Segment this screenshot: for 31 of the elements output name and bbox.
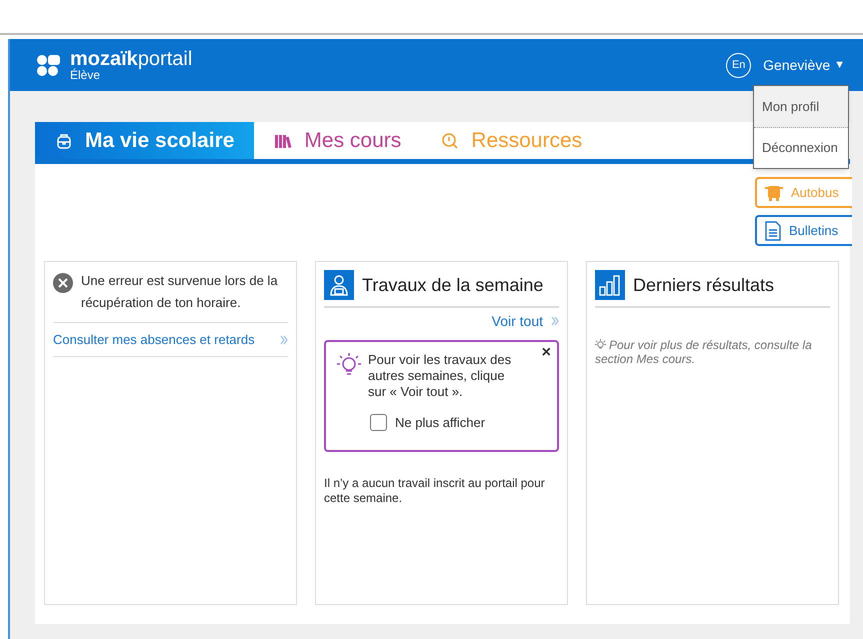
quick-link-button[interactable]: Bulletins — [755, 215, 852, 246]
close-button[interactable]: × — [542, 342, 551, 364]
nav-tab[interactable]: Mes cours — [254, 122, 422, 159]
tip-text: Pour voir plus de résultats, consulte la section Mes cours. — [595, 338, 813, 366]
tip-text: Pour voir les travaux des autres semaines, clique sur « Voir tout ». — [368, 352, 512, 400]
user-menu-button[interactable]: Geneviève ▼ — [763, 54, 845, 76]
chevron-icon — [551, 316, 559, 326]
absences-link[interactable]: Consulter mes absences et retards — [53, 330, 255, 350]
logo-icon — [36, 53, 62, 77]
chevron-icon — [280, 334, 288, 344]
checkbox[interactable] — [370, 414, 387, 432]
menu-item[interactable]: Déconnexion — [754, 128, 848, 168]
role-label: Élève — [70, 69, 102, 81]
lightbulb-icon — [595, 339, 606, 350]
empty-message: Il n’y a aucun travail inscrit au portail pour cette semaine. — [324, 476, 546, 506]
document-icon — [765, 220, 781, 240]
bar-chart-icon — [595, 270, 625, 300]
lightbulb-icon — [336, 352, 362, 378]
language-button[interactable]: En — [726, 52, 752, 78]
checkbox-label: Ne plus afficher — [395, 414, 486, 432]
student-icon — [324, 270, 354, 300]
card-title: Travaux de la semaine — [362, 274, 544, 296]
backpack-icon — [55, 132, 73, 150]
error-icon — [53, 273, 73, 293]
error-message: Une erreur est survenue lors de la récupération de ton horaire. — [81, 272, 279, 312]
card-title: Derniers résultats — [633, 274, 774, 296]
nav-tab[interactable]: Ma vie scolaire — [35, 122, 254, 159]
see-all-link[interactable]: Voir tout — [492, 310, 543, 332]
magnifier-icon — [441, 132, 460, 150]
logo-text: mozaïkportail — [70, 49, 192, 69]
menu-item[interactable]: Mon profil — [754, 86, 848, 128]
